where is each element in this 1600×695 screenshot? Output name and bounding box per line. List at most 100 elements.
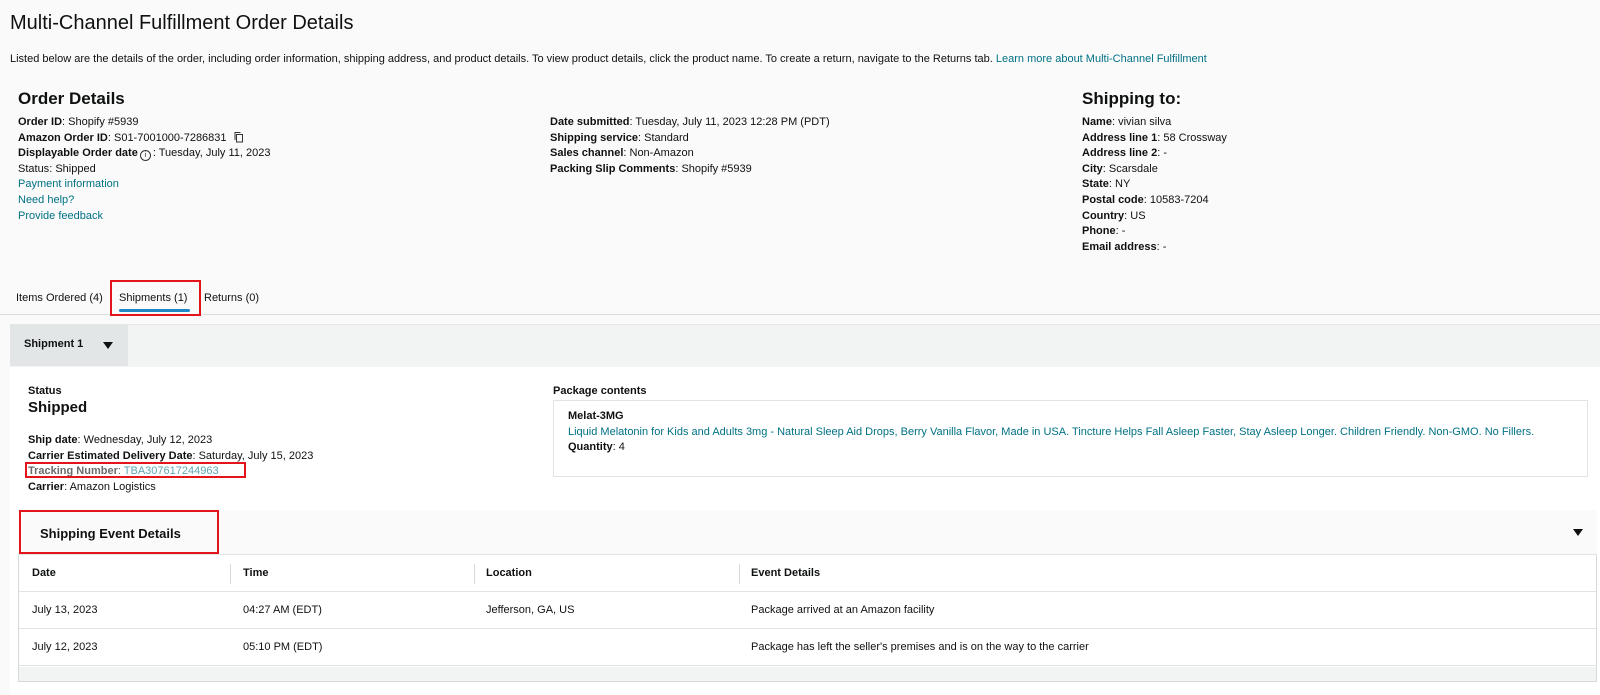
address-line1-label: Address line 1 (1082, 131, 1158, 144)
address-line2-label: Address line 2 (1082, 147, 1158, 160)
packing-slip-value: Shopify #5939 (681, 162, 752, 175)
shipping-events-header[interactable]: Shipping Event Details (18, 510, 1597, 555)
package-contents-box: Melat-3MG Liquid Melatonin for Kids and … (553, 400, 1588, 477)
tab-returns[interactable]: Returns (0) (204, 292, 259, 304)
column-header-time: Time (243, 567, 269, 579)
city-label: City (1082, 162, 1103, 175)
state-label: State (1082, 178, 1109, 191)
sales-channel-label: Sales channel (550, 147, 624, 160)
need-help-link[interactable]: Need help? (18, 194, 74, 206)
intro-text: Listed below are the details of the orde… (10, 53, 993, 65)
shipping-service-label: Shipping service (550, 131, 639, 144)
quantity-row: Quantity: 4 (568, 441, 625, 453)
estimated-delivery-label: Carrier Estimated Delivery Date (28, 449, 193, 462)
table-row: July 12, 2023 05:10 PM (EDT) Package has… (19, 629, 1596, 666)
email-value: - (1162, 240, 1167, 253)
phone-row: Phone: - (1082, 225, 1126, 238)
amazon-order-id-value: S01-7001000-7286831 (113, 131, 227, 144)
page-intro: Listed below are the details of the orde… (10, 53, 1207, 65)
column-header-date: Date (32, 567, 56, 579)
column-header-location: Location (486, 567, 532, 579)
order-id-value: Shopify #5939 (68, 116, 139, 128)
phone-value: - (1121, 225, 1126, 238)
date-submitted-value: Tuesday, July 11, 2023 12:28 PM (PDT) (635, 116, 830, 128)
packing-slip-row: Packing Slip Comments: Shopify #5939 (550, 162, 752, 175)
sales-channel-row: Sales channel: Non-Amazon (550, 147, 694, 160)
event-description: Package arrived at an Amazon facility (751, 604, 935, 616)
quantity-label: Quantity (568, 441, 613, 453)
shipping-to-heading: Shipping to: (1082, 89, 1182, 108)
submission-details-list: Date submitted: Tuesday, July 11, 2023 1… (550, 115, 830, 177)
order-details-heading: Order Details (18, 89, 125, 108)
provide-feedback-link[interactable]: Provide feedback (18, 210, 103, 222)
tracking-number-highlight (25, 462, 246, 478)
country-value: US (1130, 209, 1146, 222)
event-time: 04:27 AM (EDT) (243, 604, 322, 616)
events-table-footer (19, 667, 1596, 681)
address-line1-row: Address line 1: 58 Crossway (1082, 131, 1227, 144)
column-divider (474, 564, 475, 584)
carrier-label: Carrier (28, 480, 65, 493)
order-id-label: Order ID (18, 116, 63, 128)
shipment-tabs-bar (10, 324, 1600, 368)
ship-date-row: Ship date: Wednesday, July 12, 2023 (28, 434, 213, 446)
learn-more-link[interactable]: Learn more about Multi-Channel Fulfillme… (996, 53, 1207, 65)
collapse-caret-icon[interactable] (1573, 529, 1583, 536)
recipient-name-value: vivian silva (1118, 116, 1172, 128)
postal-code-value: 10583-7204 (1149, 193, 1209, 206)
shipments-tab-highlight (110, 280, 201, 316)
packing-slip-label: Packing Slip Comments (550, 162, 676, 175)
page-title: Multi-Channel Fulfillment Order Details (10, 12, 354, 34)
date-submitted-row: Date submitted: Tuesday, July 11, 2023 1… (550, 116, 830, 128)
events-table-header: Date Time Location Event Details (19, 555, 1596, 592)
event-description: Package has left the seller's premises a… (751, 641, 1089, 653)
city-row: City: Scarsdale (1082, 162, 1158, 175)
chevron-down-icon (103, 342, 113, 349)
shipping-events-highlight (19, 510, 219, 554)
displayable-date-row: Displayable Order date i: Tuesday, July 1… (18, 147, 271, 162)
shipment-status-value: Shipped (28, 399, 88, 416)
amazon-order-id-row: Amazon Order ID: S01-7001000-7286831 (18, 131, 270, 147)
table-row: July 13, 2023 04:27 AM (EDT) Jefferson, … (19, 592, 1596, 629)
recipient-name-label: Name (1082, 116, 1112, 128)
address-line2-value: - (1163, 147, 1167, 160)
order-status-row: Status: Shipped (18, 162, 96, 175)
state-value: NY (1115, 178, 1131, 191)
city-value: Scarsdale (1108, 162, 1158, 175)
ship-date-label: Ship date (28, 434, 78, 446)
state-row: State: NY (1082, 178, 1131, 191)
event-date: July 12, 2023 (32, 641, 98, 653)
order-status-label: Status (18, 162, 50, 175)
copy-icon[interactable] (233, 131, 245, 143)
displayable-date-label: Displayable Order date (18, 147, 138, 160)
ship-date-value: Wednesday, July 12, 2023 (83, 434, 213, 446)
event-time: 05:10 PM (EDT) (243, 641, 323, 653)
carrier-row: Carrier: Amazon Logistics (28, 480, 156, 493)
shipping-service-value: Standard (644, 131, 689, 144)
carrier-value: Amazon Logistics (69, 480, 156, 493)
column-divider (230, 564, 231, 584)
country-row: Country: US (1082, 209, 1146, 222)
order-details-list: Order ID: Shopify #5939 Amazon Order ID:… (18, 115, 270, 224)
postal-code-row: Postal code: 10583-7204 (1082, 193, 1209, 206)
event-location: Jefferson, GA, US (486, 604, 575, 616)
column-divider (739, 564, 740, 584)
order-status-value: Shipped (55, 162, 96, 175)
amazon-order-id-label: Amazon Order ID (18, 131, 108, 144)
date-submitted-label: Date submitted (550, 116, 630, 128)
shipping-address-list: Name: vivian silva Address line 1: 58 Cr… (1082, 115, 1227, 255)
product-name-link[interactable]: Liquid Melatonin for Kids and Adults 3mg… (568, 426, 1534, 438)
shipment-tab-label: Shipment 1 (24, 338, 84, 350)
estimated-delivery-value: Saturday, July 15, 2023 (198, 449, 314, 462)
payment-information-link[interactable]: Payment information (18, 178, 119, 190)
sales-channel-value: Non-Amazon (629, 147, 694, 160)
shipment-status-label: Status (28, 385, 62, 397)
shipping-service-row: Shipping service: Standard (550, 131, 689, 144)
email-row: Email address: - (1082, 240, 1167, 253)
shipment-1-tab[interactable]: Shipment 1 (10, 324, 128, 366)
info-icon[interactable]: i (139, 150, 151, 162)
postal-code-label: Postal code (1082, 193, 1144, 206)
recipient-name-row: Name: vivian silva (1082, 116, 1172, 128)
column-header-event-details: Event Details (751, 567, 821, 579)
tab-items-ordered[interactable]: Items Ordered (4) (16, 292, 103, 304)
